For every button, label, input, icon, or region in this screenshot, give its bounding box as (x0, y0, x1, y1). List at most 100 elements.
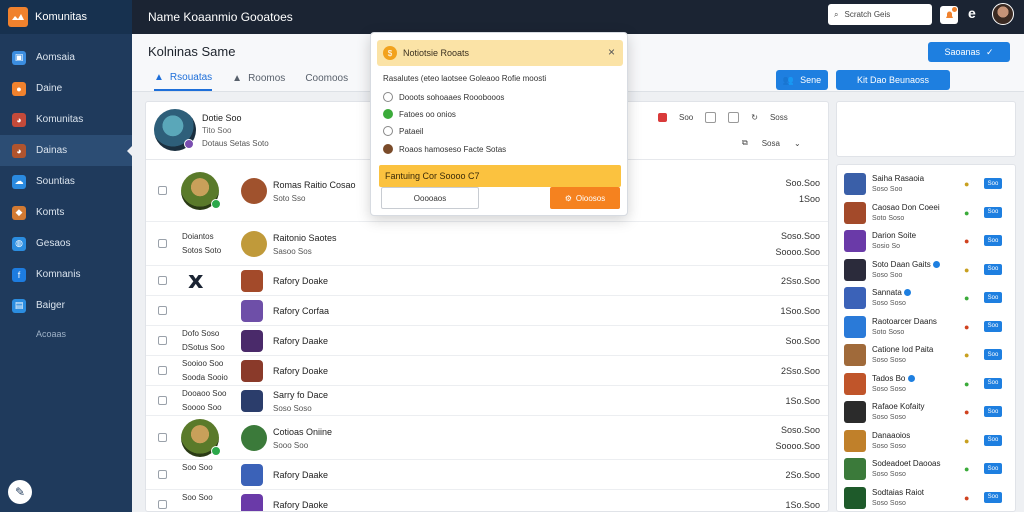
row-title[interactable]: Raitonio Saotes (273, 233, 337, 243)
list-item[interactable]: Rafaoe Kofaity Soso Soso ● Soo (837, 398, 1015, 428)
popup-highlight[interactable]: Fantuing Cor Soooo C7 (379, 165, 621, 187)
reaction-icon[interactable]: ● (964, 236, 969, 246)
list-item[interactable]: Caosao Don Coeei Soto Soso ● Soo (837, 199, 1015, 229)
list-item[interactable]: Tados Bo Soso Soso ● Soo (837, 370, 1015, 400)
row-title[interactable]: Cotioas Oniine (273, 427, 332, 437)
cancel-button[interactable]: Ooooaos (381, 187, 479, 209)
follow-button[interactable]: Soo (984, 320, 1002, 332)
popup-option[interactable]: Roaos hamoseso Facte Sotas (383, 144, 506, 154)
radio-icon[interactable] (383, 126, 393, 136)
row-checkbox[interactable] (158, 500, 167, 509)
reaction-icon[interactable]: ● (964, 293, 969, 303)
table-row[interactable]: Soo Soo Rafory Daoke 1So.Soo (146, 490, 828, 511)
avatar[interactable] (241, 425, 267, 451)
row-title[interactable]: Rafory Daoke (273, 500, 328, 510)
row-checkbox[interactable] (158, 396, 167, 405)
table-row[interactable]: Sooioo Soo Sooda Sooio Rafory Doake 2Sso.S… (146, 356, 828, 386)
sidebar-more-link[interactable]: Acoaas (0, 329, 132, 339)
list-item[interactable]: Sannata Soso Soso ● Soo (837, 284, 1015, 314)
tab-rsouatas[interactable]: ▲ Rsouatas (154, 72, 213, 91)
follow-button[interactable]: Soo (984, 292, 1002, 303)
user-avatar[interactable] (992, 3, 1014, 25)
row-checkbox[interactable] (158, 306, 167, 315)
reaction-icon[interactable]: ● (964, 350, 969, 360)
list-item[interactable]: Saiha Rasaoia Soso Soo ● Soo (837, 170, 1015, 200)
attachment-icon[interactable]: ⧉ (742, 138, 748, 148)
table-row[interactable]: Rafory Corfaa 1Soo.Soo (146, 296, 828, 326)
table-row[interactable]: Dooaoo Soo Soooo Soo Sarry fo Dace Soso So… (146, 386, 828, 416)
follow-button[interactable]: Soo (984, 235, 1002, 246)
row-checkbox[interactable] (158, 186, 167, 195)
image-icon[interactable] (728, 112, 740, 123)
footer-label[interactable]: Sosa (762, 139, 780, 148)
popup-option[interactable]: Pataeil (383, 126, 423, 136)
profile-initial[interactable]: e (968, 5, 976, 21)
follow-button[interactable]: Soo (984, 178, 1002, 189)
follow-button[interactable]: Soo (984, 434, 1002, 446)
row-title[interactable]: Rafory Daake (273, 336, 328, 346)
row-checkbox[interactable] (158, 276, 167, 285)
reaction-icon[interactable]: ● (964, 265, 969, 275)
table-row[interactable]: Doiantos Sotos Soto Raitonio Saotes Sasoo … (146, 222, 828, 266)
sidebar-item[interactable]: ◍ Gesaos (0, 228, 132, 259)
reaction-icon[interactable]: ● (964, 493, 969, 503)
wide-action-button[interactable]: Kit Dao Beunaoss (836, 70, 950, 90)
row-title[interactable]: Sarry fo Dace (273, 390, 328, 400)
list-item[interactable]: Catione Iod Paita Soso Soso ● Soo (837, 341, 1015, 371)
avatar[interactable] (241, 464, 263, 486)
sidebar-item[interactable]: ▤ Baiger (0, 290, 132, 321)
row-checkbox[interactable] (158, 470, 167, 479)
compose-button[interactable]: ✎ (8, 480, 32, 504)
list-item[interactable]: Danaaoios Soso Soso ● Soo (837, 427, 1015, 457)
checkbox-icon[interactable] (705, 112, 717, 123)
reaction-icon[interactable]: ● (964, 407, 969, 417)
follow-button[interactable]: Soo (984, 463, 1002, 474)
list-item[interactable]: Sodtaias Raiot Soso Soso ● Soo (837, 484, 1015, 512)
row-title[interactable]: Rafory Corfaa (273, 306, 329, 316)
reaction-icon[interactable]: ● (964, 322, 969, 332)
list-item[interactable]: Raotoarcer Daans Soto Soso ● Soo (837, 313, 1015, 343)
confirm-button[interactable]: ⚙ Oioosos (550, 187, 620, 209)
avatar[interactable] (241, 231, 267, 257)
table-row[interactable]: ⅹ Rafory Doake 2Sso.Soo (146, 266, 828, 296)
sidebar-item[interactable]: ◕ Komunitas (0, 104, 132, 135)
list-item[interactable]: Soto Daan Gaits Soso Soo ● Soo (837, 256, 1015, 286)
reaction-icon[interactable]: ● (964, 208, 969, 218)
action-label[interactable]: Soss (770, 113, 788, 122)
follow-button[interactable]: Soo (984, 206, 1002, 218)
row-checkbox[interactable] (158, 336, 167, 345)
follow-button[interactable]: Soo (984, 263, 1002, 275)
row-title[interactable]: Rafory Doake (273, 276, 328, 286)
row-checkbox[interactable] (158, 433, 167, 442)
reaction-icon[interactable]: ● (964, 436, 969, 446)
tab-roomos[interactable]: ▲ Roomos (232, 72, 285, 91)
table-row[interactable]: Dofo Soso DSotus Soo Rafory Daake Soo.Soo (146, 326, 828, 356)
search-input[interactable]: ⌕ Scratch Geis (828, 4, 932, 25)
avatar[interactable] (241, 270, 263, 292)
chevron-down-icon[interactable]: ⌄ (794, 139, 801, 148)
follow-button[interactable]: Soo (984, 349, 1002, 360)
popup-option[interactable]: Fatoes oo onios (383, 109, 456, 119)
avatar[interactable] (241, 360, 263, 382)
avatar[interactable] (241, 390, 263, 412)
avatar[interactable] (241, 330, 263, 352)
sidebar-item[interactable]: ● Daine (0, 73, 132, 104)
row-checkbox[interactable] (158, 366, 167, 375)
avatar[interactable] (241, 300, 263, 322)
avatar[interactable] (241, 494, 263, 511)
popup-option[interactable]: Dooots sohoaaes Rooobooos (383, 92, 504, 102)
reaction-icon[interactable]: ● (964, 179, 969, 189)
small-action-button[interactable]: 👥 Sene (776, 70, 828, 90)
close-icon[interactable]: × (608, 45, 615, 59)
row-title[interactable]: Romas Raitio Cosao (273, 180, 356, 190)
sidebar-item[interactable]: ◕ Dainas (0, 135, 133, 166)
sidebar-item[interactable]: ☁ Sountias (0, 166, 132, 197)
radio-icon[interactable] (383, 144, 393, 154)
row-title[interactable]: Rafory Doake (273, 366, 328, 376)
list-item[interactable]: Darion Soite Sosio So ● Soo (837, 227, 1015, 257)
list-item[interactable]: Sodeadoet Daooas Soso Soso ● Soo (837, 455, 1015, 485)
radio-icon[interactable] (383, 109, 393, 119)
flag-icon[interactable] (658, 113, 667, 122)
refresh-icon[interactable]: ↻ (751, 113, 758, 122)
tab-coomoos[interactable]: Coomoos (305, 72, 348, 91)
